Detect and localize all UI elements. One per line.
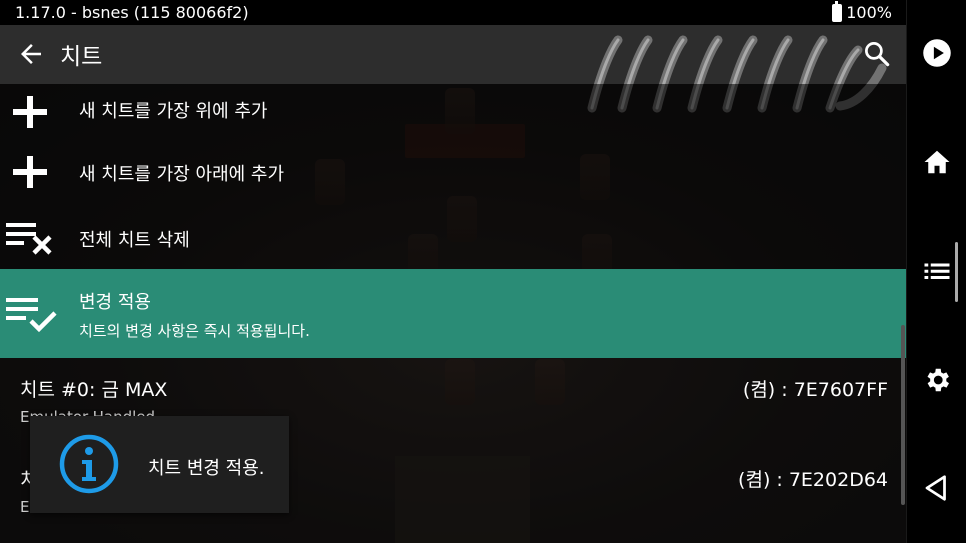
add-cheat-top-item[interactable]: 새 치트를 가장 위에 추가 [0, 84, 906, 139]
menu-item-sublabel: 치트의 변경 사항은 즉시 적용됩니다. [79, 322, 310, 340]
cheat-code: (켬) : 7E7607FF [742, 379, 888, 401]
arrow-left-icon[interactable] [16, 39, 46, 69]
menu-item-label: 새 치트를 가장 위에 추가 [79, 101, 268, 122]
battery-icon [832, 0, 843, 22]
toolbar: 치트 [0, 25, 906, 84]
back-triangle-icon[interactable] [922, 473, 952, 503]
nav-drawer-handle[interactable] [955, 242, 958, 302]
playlist-check-icon [6, 298, 57, 333]
info-icon [59, 434, 119, 494]
menu-item-label: 새 치트를 가장 아래에 추가 [79, 164, 285, 185]
playlist-remove-icon [6, 223, 52, 255]
battery-percent: 100% [846, 3, 892, 22]
app-version-text: 1.17.0 - bsnes (115 80066f2) [15, 3, 249, 22]
battery-status: 100% [832, 0, 892, 25]
menu-item-label: 전체 치트 삭제 [79, 230, 190, 251]
cheat-name: 치트 #0: 금 MAX [20, 379, 168, 401]
menu-item-label: 변경 적용 [79, 292, 151, 313]
cheat-description: E [20, 498, 30, 516]
home-icon[interactable] [922, 147, 952, 177]
scrollbar[interactable] [901, 325, 905, 505]
status-bar: 1.17.0 - bsnes (115 80066f2) 100% [0, 0, 906, 25]
cheat-code: (켬) : 7E202D64 [738, 469, 888, 491]
gear-icon[interactable] [922, 365, 952, 395]
add-cheat-bottom-item[interactable]: 새 치트를 가장 아래에 추가 [0, 139, 906, 204]
page-title: 치트 [60, 44, 103, 70]
plus-icon [13, 96, 47, 128]
list-icon[interactable] [922, 256, 952, 286]
toast-message: 치트 변경 적용. [148, 458, 265, 479]
play-circle-icon[interactable] [922, 38, 952, 68]
toast-notification: 치트 변경 적용. [30, 416, 289, 513]
delete-all-cheats-item[interactable]: 전체 치트 삭제 [0, 204, 906, 269]
search-icon[interactable] [862, 39, 892, 69]
apply-changes-item[interactable]: 변경 적용 치트의 변경 사항은 즉시 적용됩니다. [0, 269, 906, 358]
plus-icon [13, 156, 47, 188]
